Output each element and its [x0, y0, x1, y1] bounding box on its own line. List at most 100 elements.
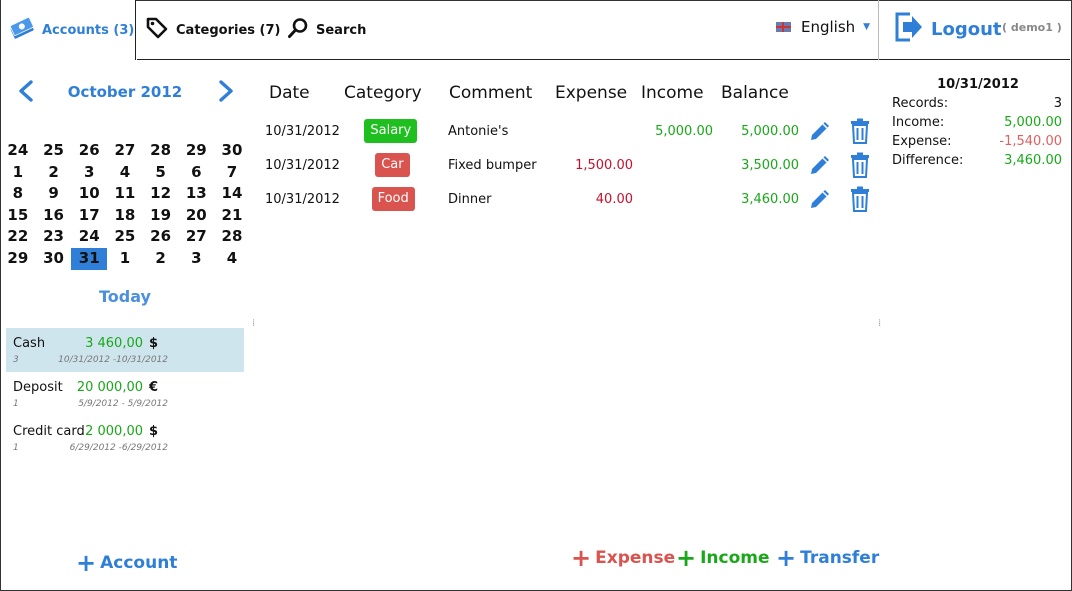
column-header-comment[interactable]: Comment	[449, 83, 532, 103]
calendar-day[interactable]: 3	[178, 248, 214, 270]
delete-trash-icon[interactable]	[849, 118, 871, 148]
calendar-day[interactable]: 27	[178, 226, 214, 248]
calendar-week: 22 23 24 25 26 27 28	[0, 226, 250, 248]
transaction-balance: 5,000.00	[741, 124, 799, 139]
transaction-balance: 3,460.00	[741, 192, 799, 207]
plus-icon: +	[76, 549, 97, 577]
calendar-day[interactable]: 24	[71, 226, 107, 248]
add-expense-button[interactable]: + Expense	[571, 546, 675, 570]
add-account-button[interactable]: + Account	[76, 549, 178, 577]
edit-pencil-icon[interactable]	[807, 186, 833, 216]
tag-icon	[145, 16, 169, 44]
account-currency: €	[149, 380, 159, 395]
calendar-day[interactable]: 30	[36, 248, 72, 270]
account-balance: 20 000,00	[76, 380, 143, 395]
account-balance: 2 000,00	[85, 424, 143, 439]
transaction-date: 10/31/2012	[265, 192, 340, 207]
calendar-day[interactable]: 2	[143, 248, 179, 270]
calendar-day[interactable]: 22	[0, 226, 36, 248]
summary-expense: Expense: -1,540.00	[892, 134, 1062, 153]
column-header-date[interactable]: Date	[269, 83, 310, 103]
summary-records: Records: 3	[892, 96, 1062, 115]
summary-difference-label: Difference:	[892, 153, 964, 168]
calendar-month-title: October 2012	[67, 83, 183, 101]
plus-icon: +	[676, 544, 697, 572]
search-icon	[287, 17, 309, 43]
calendar-day[interactable]: 25	[107, 226, 143, 248]
column-header-balance[interactable]: Balance	[721, 83, 789, 103]
calendar-day[interactable]: 23	[36, 226, 72, 248]
left-splitter-grip[interactable]: ⁞	[252, 319, 255, 329]
add-income-button[interactable]: + Income	[676, 544, 770, 572]
tab-categories[interactable]: Categories (7)	[145, 0, 280, 60]
uk-flag-icon	[776, 22, 791, 32]
account-item[interactable]: Deposit 20 000,00 €1 5/9/2012 - 5/9/2012	[6, 372, 244, 416]
logout-label: Logout	[931, 19, 1002, 40]
transaction-comment: Dinner	[448, 192, 492, 207]
account-item[interactable]: Credit card 2 000,00 $1 6/29/2012 -6/29/201…	[6, 416, 244, 460]
tab-search-label: Search	[316, 22, 367, 38]
header-divider	[878, 0, 879, 60]
logout-button[interactable]: Logout	[893, 10, 1002, 49]
tab-categories-label: Categories (7)	[176, 22, 281, 38]
transaction-date: 10/31/2012	[265, 158, 340, 173]
column-header-category[interactable]: Category	[344, 83, 422, 103]
category-badge[interactable]: Food	[371, 187, 415, 211]
summary-difference-value: 3,460.00	[1004, 153, 1062, 168]
calendar-day[interactable]: 28	[214, 226, 250, 248]
calendar-day[interactable]: 4	[214, 248, 250, 270]
account-item[interactable]: Cash 3 460,00 $3 10/31/2012 -10/31/2012	[6, 328, 244, 372]
transaction-date: 10/31/2012	[265, 124, 340, 139]
category-badge[interactable]: Car	[375, 153, 410, 177]
tab-search[interactable]: Search	[287, 0, 366, 60]
username-label: ( demo1 )	[1002, 21, 1062, 34]
account-date-range: 6/29/2012 -6/29/2012	[69, 443, 168, 453]
transaction-income: 5,000.00	[655, 124, 713, 139]
column-header-expense[interactable]: Expense	[555, 83, 627, 103]
transaction-comment: Antonie's	[448, 124, 509, 139]
language-label: English	[801, 18, 856, 36]
right-splitter-grip[interactable]: ⁞	[878, 319, 881, 329]
table-row[interactable]: 10/31/2012 Food Dinner 40.00 3,460.00	[0, 183, 880, 217]
account-currency: $	[149, 336, 159, 351]
add-transfer-button[interactable]: + Transfer	[776, 546, 880, 570]
summary-difference: Difference: 3,460.00	[892, 153, 1062, 172]
summary-expense-label: Expense:	[892, 134, 952, 149]
edit-pencil-icon[interactable]	[807, 118, 833, 148]
account-currency: $	[149, 424, 159, 439]
add-transfer-label: Transfer	[800, 548, 880, 568]
add-account-label: Account	[100, 553, 178, 573]
summary-date: 10/31/2012	[937, 77, 1019, 92]
account-balance: 3 460,00	[85, 336, 143, 351]
summary-income: Income: 5,000.00	[892, 115, 1062, 134]
top-bar: Accounts (3) Categories (7) Search Engli…	[0, 0, 1070, 60]
account-name: Cash	[13, 336, 46, 351]
transaction-balance: 3,500.00	[741, 158, 799, 173]
category-badge[interactable]: Salary	[364, 119, 418, 143]
chevron-left-icon	[19, 80, 33, 102]
column-header-income[interactable]: Income	[641, 83, 704, 103]
account-record-count: 1	[13, 443, 19, 453]
money-icon	[9, 15, 35, 45]
table-row[interactable]: 10/31/2012 Car Fixed bumper 1,500.00 3,500.0…	[0, 149, 880, 183]
account-record-count: 3	[13, 355, 19, 365]
logout-icon	[893, 10, 925, 49]
tab-accounts[interactable]: Accounts (3)	[1, 0, 136, 60]
calendar-day[interactable]: 29	[0, 248, 36, 270]
account-name: Deposit	[13, 380, 63, 395]
calendar-day[interactable]: 1	[107, 248, 143, 270]
delete-trash-icon[interactable]	[849, 152, 871, 182]
next-month-button[interactable]	[214, 80, 236, 106]
edit-pencil-icon[interactable]	[807, 152, 833, 182]
delete-trash-icon[interactable]	[849, 186, 871, 216]
today-button[interactable]: Today	[60, 287, 190, 306]
transaction-expense: 1,500.00	[575, 158, 633, 173]
language-selector[interactable]: English ▼	[776, 18, 870, 36]
calendar-day[interactable]: 26	[143, 226, 179, 248]
table-row[interactable]: 10/31/2012 Salary Antonie's 5,000.00 5,000.0…	[0, 115, 880, 149]
tab-accounts-label: Accounts (3)	[42, 22, 135, 38]
previous-month-button[interactable]	[16, 80, 38, 106]
chevron-down-icon: ▼	[863, 22, 871, 32]
calendar-day-selected[interactable]: 31	[71, 247, 108, 270]
account-record-count: 1	[13, 399, 19, 409]
